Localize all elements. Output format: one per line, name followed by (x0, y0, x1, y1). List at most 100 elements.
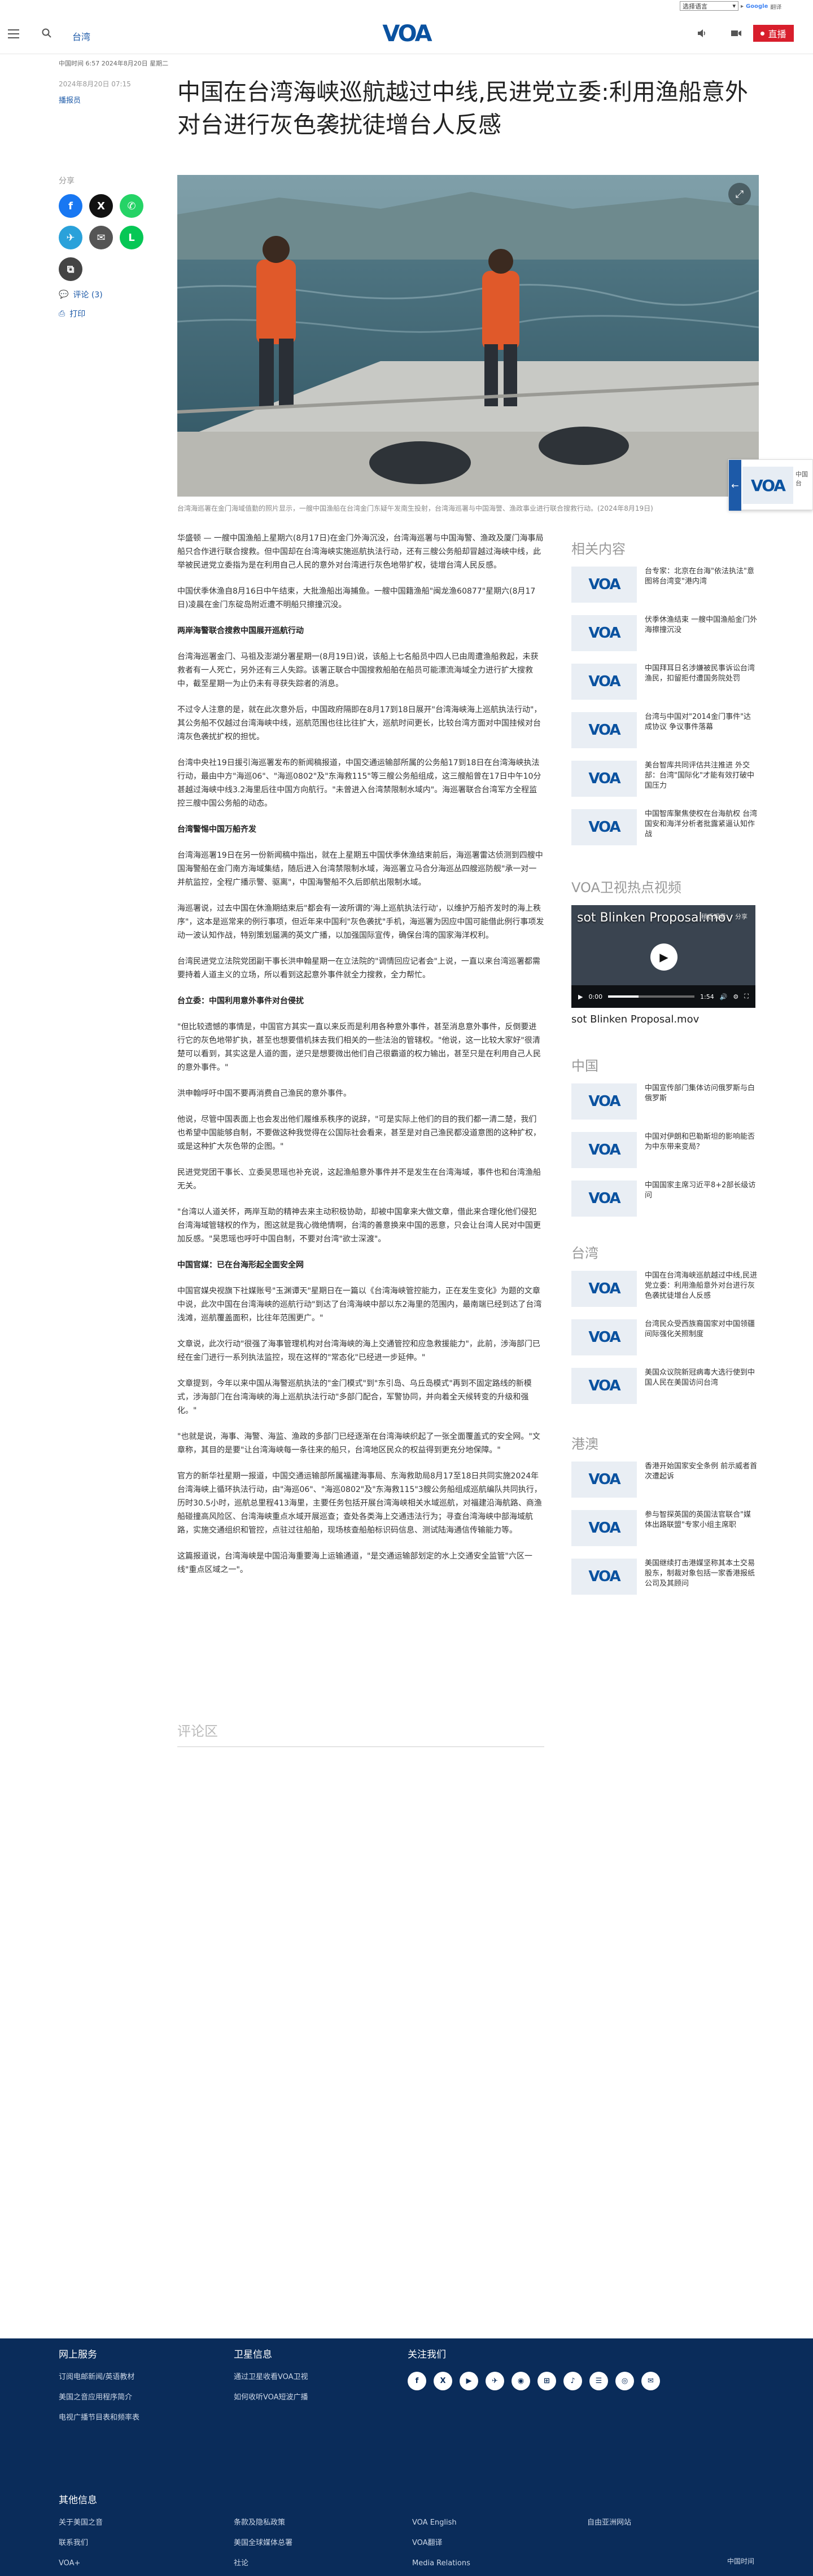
related-item[interactable]: VOA 美台智库共同评估共注推进 外交部：台湾"国际化"才能有效打破中国压力 (571, 761, 758, 797)
comments-link[interactable]: 💬 评论 (3) (59, 289, 149, 300)
social-icon[interactable]: ♪ (563, 2372, 582, 2390)
video-caption[interactable]: sot Blinken Proposal.mov (571, 1013, 758, 1025)
hongkong-news-item-title: 参与智探英国的英国法官联合"媒体出路联盟"专家小组主席职 (645, 1511, 751, 1529)
taiwan-news-item[interactable]: VOA 台湾民众受西族裔国家对中国领疆间际强化关照制度 (571, 1319, 758, 1355)
footer-link[interactable]: 自由亚洲网站 (587, 2517, 757, 2528)
x-share-icon[interactable]: X (89, 194, 113, 218)
audio-icon[interactable] (697, 28, 707, 41)
video-toolbar: 稍后观看 分享 (701, 912, 748, 921)
watch-later-label[interactable]: 稍后观看 (701, 912, 726, 921)
footer-link[interactable]: 订阅电邮新闻/英语教材 (59, 2372, 139, 2382)
play-small-icon[interactable]: ▶ (578, 993, 583, 1000)
social-icon[interactable]: ✉ (641, 2372, 660, 2390)
china-news-item[interactable]: VOA 中国对伊朗和巴勒斯坦的影响能否为中东带来变局？ (571, 1132, 758, 1168)
social-icon[interactable]: ▶ (460, 2372, 478, 2390)
voa-thumbnail: VOA (571, 712, 637, 748)
hongkong-news-item[interactable]: VOA 参与智探英国的英国法官联合"媒体出路联盟"专家小组主席职 (571, 1510, 758, 1546)
language-select[interactable]: 选择语言 ▾ (680, 1, 738, 11)
footer-link[interactable]: 美国之音应用程序简介 (59, 2392, 139, 2403)
footer-link[interactable]: VOA+ (59, 2558, 234, 2569)
voa-thumbnail: VOA (571, 1368, 637, 1404)
video-player[interactable]: sot Blinken Proposal.mov 稍后观看 分享 ▶ ▶ 0:0… (571, 905, 755, 1008)
social-icon[interactable]: X (434, 2372, 452, 2390)
site-header: 台湾 VOA 直播 (0, 12, 813, 54)
footer-follow-heading: 关注我们 (408, 2349, 446, 2360)
footer-link[interactable]: 联系我们 (59, 2538, 234, 2548)
line-share-icon[interactable]: L (120, 226, 143, 249)
expand-icon[interactable]: ⤢ (728, 183, 751, 205)
arrow-left-icon[interactable]: ← (729, 460, 741, 511)
related-item[interactable]: VOA 中国智库聚焦使权在台海航权 台湾国安和海洋分析者批露紧逼认知作战 (571, 809, 758, 845)
social-icon[interactable]: ⊞ (537, 2372, 556, 2390)
article-paragraph: 台湾海巡署19日在另一份新闻稿中指出，就在上星期五中国伏季休渔结束前后，海巡署雷… (177, 851, 543, 887)
article-paragraph: 官方的新华社星期一报道，中国交通运输部所属福建海事局、东海救助局8月17至18日… (177, 1472, 542, 1535)
footer-link[interactable]: Media Relations (412, 2558, 587, 2569)
footer-link[interactable]: 条款及隐私政策 (234, 2517, 412, 2528)
site-footer: 网上服务 订阅电邮新闻/英语教材 美国之音应用程序简介 电视广播节目表和频率表 … (0, 2338, 813, 2576)
article-subheading: 两岸海警联合搜救中国展开巡航行动 (177, 626, 304, 635)
voa-logo[interactable]: VOA (379, 23, 434, 45)
settings-icon[interactable]: ⚙ (733, 993, 738, 1000)
footer-link[interactable]: VOA翻译 (412, 2538, 587, 2548)
live-button[interactable]: 直播 (753, 25, 794, 42)
menu-icon[interactable] (8, 29, 19, 38)
fullscreen-icon[interactable]: ⛶ (744, 993, 749, 1000)
hongkong-news-item[interactable]: VOA 美国继续打击港媒坚称其本土交易股东，制裁对象包括一家香港报纸公司及其顾问 (571, 1559, 758, 1595)
related-item[interactable]: VOA 台专家：北京在台海"依法执法"意图将台湾变"港内湾 (571, 567, 758, 603)
social-icon[interactable]: ◎ (615, 2372, 634, 2390)
section-link-taiwan[interactable]: 台湾 (72, 29, 90, 43)
related-item-title: 台湾与中国对"2014金门事件"达成协议 争议事件落幕 (645, 713, 751, 731)
author-link[interactable]: 播报员 (59, 94, 81, 105)
comments-section-heading: 评论区 (177, 1720, 544, 1747)
video-icon[interactable] (731, 28, 742, 41)
taiwan-news-item[interactable]: VOA 中国在台湾海峡巡航越过中线,民进党立委：利用渔船意外对台进行灰色袭扰徒增台… (571, 1271, 758, 1307)
hongkong-news-item-title: 香港开始国家安全条例 前示威者首次遭起诉 (645, 1462, 758, 1481)
footer-link[interactable]: 电视广播节目表和频率表 (59, 2412, 139, 2423)
print-link-label: 打印 (69, 310, 86, 319)
footer-link (587, 2538, 757, 2548)
footer-link[interactable]: 通过卫星收看VOA卫视 (234, 2372, 308, 2382)
social-icon[interactable]: ☰ (589, 2372, 608, 2390)
related-content: 相关内容 VOA 台专家：北京在台海"依法执法"意图将台湾变"港内湾 VOA 伏季休渔… (571, 541, 758, 858)
hongkong-news-item[interactable]: VOA 香港开始国家安全条例 前示威者首次遭起诉 (571, 1462, 758, 1498)
taiwan-news-item[interactable]: VOA 美国众议院新冠病毒大选行使到中国人民在美国访问台湾 (571, 1368, 758, 1404)
footer-follow-us: 关注我们 f X ▶ ✈ ◉ ⊞ ♪ ☰ ◎ ✉ (408, 2346, 660, 2390)
telegram-share-icon[interactable]: ✈ (59, 226, 82, 249)
social-icon[interactable]: ✈ (486, 2372, 504, 2390)
search-icon[interactable] (42, 28, 52, 38)
voa-thumbnail: VOA (571, 1083, 637, 1120)
social-icon[interactable]: ◉ (512, 2372, 530, 2390)
copy-link-icon[interactable]: ⧉ (59, 257, 82, 281)
footer-link[interactable]: 美国全球媒体总署 (234, 2538, 412, 2548)
play-icon[interactable]: ▶ (650, 943, 678, 971)
article-paragraph: 海巡署说，过去中国在休渔期结束后"都会有一波所谓的'海上巡航执法行动'，以维护万… (177, 904, 544, 940)
footer-link[interactable]: 社论 (234, 2558, 412, 2569)
footer-link[interactable]: 如何收听VOA短波广播 (234, 2392, 308, 2403)
related-item[interactable]: VOA 中国拜耳日名涉嫌被民事诉讼台湾渔民，扣留拒付遭国务院处罚 (571, 664, 758, 700)
whatsapp-share-icon[interactable]: ✆ (120, 194, 143, 218)
voa-thumbnail: VOA (571, 1510, 637, 1546)
article-paragraph: "也就是说，海事、海警、海监、渔政的多部门已经逐渐在台湾海峡织起了一张全面覆盖式… (177, 1432, 540, 1455)
related-item[interactable]: VOA 台湾与中国对"2014金门事件"达成协议 争议事件落幕 (571, 712, 758, 748)
related-item[interactable]: VOA 伏季休渔结束 一艘中国渔船金门外海擦撞沉没 (571, 615, 758, 651)
hongkong-section: 港澳 VOA 香港开始国家安全条例 前示威者首次遭起诉 VOA 参与智探英国的英国法官… (571, 1436, 758, 1607)
hero-image: ⤢ (177, 175, 759, 497)
email-share-icon[interactable]: ✉ (89, 226, 113, 249)
social-icon[interactable]: f (408, 2372, 426, 2390)
video-progress-bar[interactable] (608, 995, 695, 998)
voa-thumbnail: VOA (571, 664, 637, 700)
footer-sat-heading: 卫星信息 (234, 2349, 272, 2360)
facebook-share-icon[interactable]: f (59, 194, 82, 218)
volume-icon[interactable]: 🔊 (720, 993, 728, 1000)
china-news-item[interactable]: VOA 中国国家主席习近平8+2部长级访问 (571, 1181, 758, 1217)
footer-link[interactable]: VOA English (412, 2517, 587, 2528)
voa-thumbnail: VOA (571, 567, 637, 603)
china-news-item[interactable]: VOA 中国宣传部门集体访问俄罗斯与白俄罗斯 (571, 1083, 758, 1120)
article-headline: 中国在台湾海峡巡航越过中线,民进党立委:利用渔船意外对台进行灰色袭扰徒增台人反感 (177, 78, 748, 138)
video-share-label[interactable]: 分享 (735, 912, 748, 921)
chevron-down-icon: ▾ (732, 2, 736, 10)
footer-link[interactable]: 关于美国之音 (59, 2517, 234, 2528)
google-translate-credit: ▸ Google 翻译 (741, 2, 781, 11)
print-link[interactable]: ⎙ 打印 (59, 308, 149, 319)
floating-related-widget[interactable]: ← VOA 中国 台 (728, 459, 813, 511)
